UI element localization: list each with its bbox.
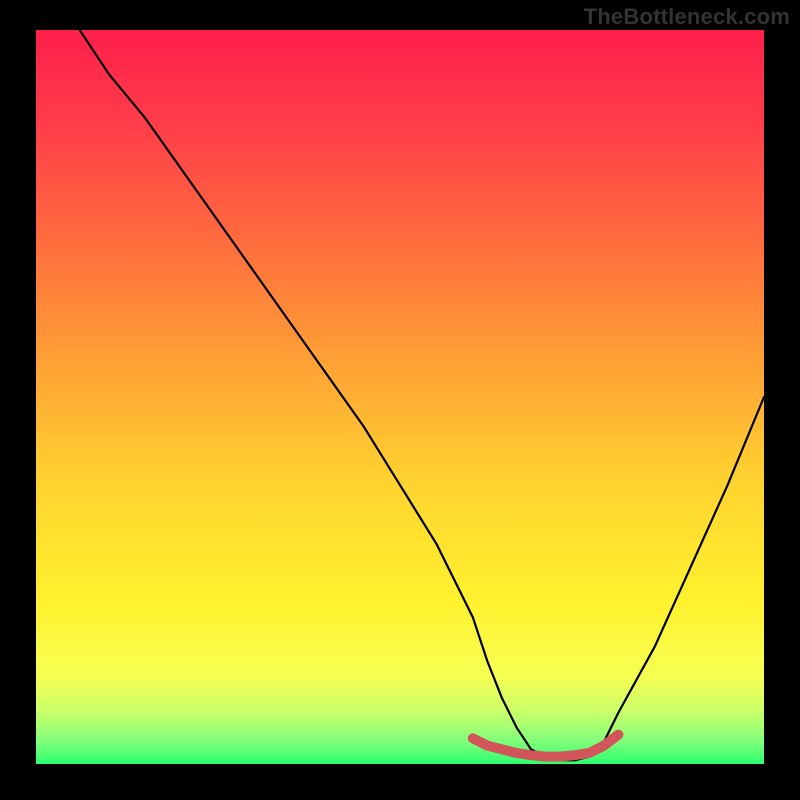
chart-frame: TheBottleneck.com	[0, 0, 800, 800]
gradient-background	[36, 30, 764, 764]
bottleneck-chart	[0, 0, 800, 800]
watermark-label: TheBottleneck.com	[584, 4, 790, 30]
